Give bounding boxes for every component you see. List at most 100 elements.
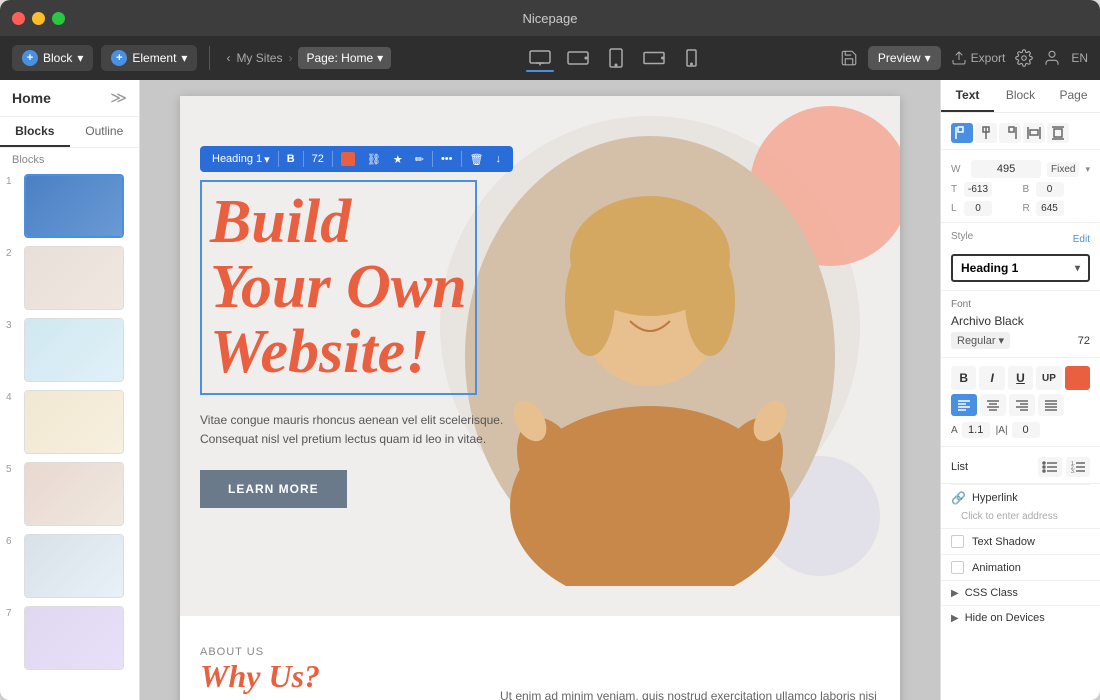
tab-page[interactable]: Page <box>1047 80 1100 112</box>
style-edit-button[interactable]: Edit <box>1073 234 1090 245</box>
italic-format-button[interactable]: I <box>979 366 1004 390</box>
hero-cta-button[interactable]: LEARN MORE <box>200 470 347 508</box>
tab-block[interactable]: Block <box>994 80 1047 112</box>
width-mode[interactable]: Fixed <box>1047 162 1079 177</box>
add-block-button[interactable]: + Block ▾ <box>12 45 93 71</box>
add-element-button[interactable]: + Element ▾ <box>101 45 197 71</box>
settings-button[interactable] <box>1015 49 1033 67</box>
tab-outline[interactable]: Outline <box>70 117 140 147</box>
hero-heading-box[interactable]: Build Your Own Website! <box>200 180 477 395</box>
close-button[interactable] <box>12 12 25 25</box>
page-thumb-3[interactable] <box>24 318 124 382</box>
list-item[interactable]: 6 <box>0 530 139 602</box>
tab-blocks[interactable]: Blocks <box>0 117 70 147</box>
animation-checkbox[interactable] <box>951 561 964 574</box>
bottom-value[interactable]: 0 <box>1036 182 1064 197</box>
text-align-right-button[interactable] <box>1009 394 1035 416</box>
font-size-value[interactable]: 72 <box>1078 335 1090 347</box>
text-shadow-checkbox[interactable] <box>951 535 964 548</box>
ordered-list-button[interactable]: 1.2.3. <box>1066 457 1090 477</box>
align-fill-button[interactable] <box>1047 123 1069 143</box>
left-value[interactable]: 0 <box>964 201 992 216</box>
desktop-icon[interactable] <box>526 48 554 68</box>
page-home-button[interactable]: Page: Home ▾ <box>298 47 391 69</box>
page-thumb-6[interactable] <box>24 534 124 598</box>
sidebar-collapse-icon[interactable]: ≫ <box>110 88 127 108</box>
thumb-content <box>25 535 123 597</box>
move-down-button[interactable]: ↓ <box>491 151 505 167</box>
top-value[interactable]: -613 <box>964 182 992 197</box>
align-top-left-button[interactable] <box>951 123 973 143</box>
text-align-buttons <box>951 394 1090 416</box>
page-thumb-5[interactable] <box>24 462 124 526</box>
star-button[interactable]: ★ <box>389 151 407 168</box>
sidebar-header: Home ≫ <box>0 80 139 117</box>
maximize-button[interactable] <box>52 12 65 25</box>
canvas-area[interactable]: Heading 1 ▾ B 72 ⛓ ★ ✏ <box>140 80 940 700</box>
hyperlink-placeholder[interactable]: Click to enter address <box>951 511 1090 528</box>
hero-content: Heading 1 ▾ B 72 ⛓ ★ ✏ <box>200 146 680 508</box>
list-item[interactable]: 3 <box>0 314 139 386</box>
style-dropdown[interactable]: Heading 1 ▾ <box>951 254 1090 282</box>
tablet-landscape-icon[interactable] <box>564 48 592 68</box>
css-class-row[interactable]: ▶ CSS Class <box>941 580 1100 605</box>
color-format-button[interactable] <box>1065 366 1090 390</box>
page-thumb-4[interactable] <box>24 390 124 454</box>
canvas: Heading 1 ▾ B 72 ⛓ ★ ✏ <box>180 96 900 700</box>
my-sites-link[interactable]: My Sites <box>236 51 282 65</box>
text-transform-value[interactable]: 0 <box>1012 422 1040 438</box>
thumb-content <box>25 319 123 381</box>
link-button[interactable]: ⛓ <box>363 151 385 168</box>
page-thumb-2[interactable] <box>24 246 124 310</box>
bold-button[interactable]: B <box>283 151 299 167</box>
list-item[interactable]: 2 <box>0 242 139 314</box>
text-align-left-button[interactable] <box>951 394 977 416</box>
lang-button[interactable]: EN <box>1071 51 1088 65</box>
toolbar-sep-4 <box>432 151 433 167</box>
more-button[interactable]: ••• <box>437 151 457 167</box>
hero-heading: Build Your Own Website! <box>210 190 467 385</box>
save-button[interactable] <box>840 49 858 67</box>
list-item[interactable]: 5 <box>0 458 139 530</box>
text-align-center-button[interactable] <box>980 394 1006 416</box>
bottom-label: B <box>1023 184 1033 195</box>
tablet-portrait-icon[interactable] <box>602 48 630 68</box>
right-value[interactable]: 645 <box>1036 201 1064 216</box>
animation-row[interactable]: Animation <box>941 554 1100 580</box>
text-shadow-row[interactable]: Text Shadow <box>941 528 1100 554</box>
hide-devices-row[interactable]: ▶ Hide on Devices <box>941 605 1100 630</box>
left-label: L <box>951 203 961 214</box>
user-button[interactable] <box>1043 49 1061 67</box>
font-size-input[interactable]: 72 <box>308 151 328 167</box>
width-value[interactable]: 495 <box>971 160 1041 178</box>
mobile-portrait-icon[interactable] <box>678 48 706 68</box>
delete-button[interactable]: 🗑 <box>466 151 488 168</box>
page-thumb-1[interactable] <box>24 174 124 238</box>
tab-text[interactable]: Text <box>941 80 994 112</box>
bold-format-button[interactable]: B <box>951 366 976 390</box>
mobile-landscape-icon[interactable] <box>640 48 668 68</box>
bottom-field: B 0 <box>1023 182 1091 197</box>
list-item[interactable]: 4 <box>0 386 139 458</box>
align-stretch-button[interactable] <box>1023 123 1045 143</box>
letter-spacing-value[interactable]: 1.1 <box>962 422 990 438</box>
preview-button[interactable]: Preview ▾ <box>868 46 941 70</box>
toolbar-divider-1 <box>209 46 210 70</box>
page-thumb-7[interactable] <box>24 606 124 670</box>
underline-format-button[interactable]: U <box>1008 366 1033 390</box>
brush-button[interactable]: ✏ <box>411 151 428 168</box>
list-item[interactable]: 1 <box>0 170 139 242</box>
font-color-button[interactable] <box>337 150 359 168</box>
align-top-center-button[interactable] <box>975 123 997 143</box>
export-button[interactable]: Export <box>951 50 1006 66</box>
heading-style-label: Heading 1 <box>212 153 262 165</box>
unordered-list-button[interactable] <box>1038 457 1062 477</box>
superscript-format-button[interactable]: UP <box>1036 366 1061 390</box>
style-row: Style Edit <box>951 231 1090 248</box>
list-item[interactable]: 7 <box>0 602 139 674</box>
heading-style-selector[interactable]: Heading 1 ▾ <box>208 151 274 168</box>
font-style-button[interactable]: Regular ▾ <box>951 332 1010 349</box>
minimize-button[interactable] <box>32 12 45 25</box>
text-align-justify-button[interactable] <box>1038 394 1064 416</box>
align-top-right-button[interactable] <box>999 123 1021 143</box>
